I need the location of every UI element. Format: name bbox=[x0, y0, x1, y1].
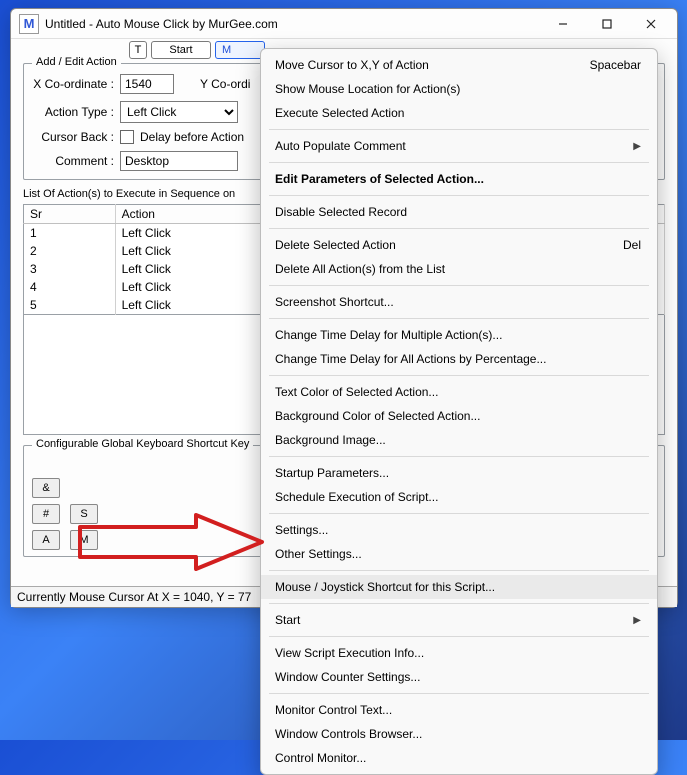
chevron-right-icon: ▶ bbox=[633, 615, 641, 626]
menu-delete-all[interactable]: Delete All Action(s) from the List bbox=[261, 257, 657, 281]
menu-separator bbox=[269, 129, 649, 130]
key-ampersand[interactable]: & bbox=[32, 478, 60, 498]
cell-sr: 2 bbox=[24, 242, 116, 260]
accel-spacebar: Spacebar bbox=[590, 58, 641, 72]
toolbar-m-button[interactable]: M bbox=[215, 41, 265, 59]
comment-label: Comment : bbox=[32, 154, 114, 168]
menu-settings[interactable]: Settings... bbox=[261, 518, 657, 542]
menu-move-cursor[interactable]: Move Cursor to X,Y of ActionSpacebar bbox=[261, 53, 657, 77]
toolbar-t-button[interactable]: T bbox=[129, 41, 147, 59]
key-s[interactable]: S bbox=[70, 504, 98, 524]
menu-control-monitor[interactable]: Control Monitor... bbox=[261, 746, 657, 770]
menu-separator bbox=[269, 285, 649, 286]
cell-sr: 4 bbox=[24, 278, 116, 296]
menu-start[interactable]: Start▶ bbox=[261, 608, 657, 632]
menu-separator bbox=[269, 513, 649, 514]
cell-sr: 3 bbox=[24, 260, 116, 278]
menu-execute-selected[interactable]: Execute Selected Action bbox=[261, 101, 657, 125]
menu-change-delay-multi[interactable]: Change Time Delay for Multiple Action(s)… bbox=[261, 323, 657, 347]
menu-window-controls[interactable]: Window Controls Browser... bbox=[261, 722, 657, 746]
menu-bg-color[interactable]: Background Color of Selected Action... bbox=[261, 404, 657, 428]
chevron-right-icon: ▶ bbox=[633, 141, 641, 152]
accel-del: Del bbox=[623, 238, 641, 252]
cell-sr: 5 bbox=[24, 296, 116, 315]
maximize-button[interactable] bbox=[585, 10, 629, 38]
minimize-button[interactable] bbox=[541, 10, 585, 38]
menu-edit-params[interactable]: Edit Parameters of Selected Action... bbox=[261, 167, 657, 191]
menu-separator bbox=[269, 162, 649, 163]
window-title: Untitled - Auto Mouse Click by MurGee.co… bbox=[45, 17, 541, 31]
key-m[interactable]: M bbox=[70, 530, 98, 550]
menu-show-mouse[interactable]: Show Mouse Location for Action(s) bbox=[261, 77, 657, 101]
titlebar[interactable]: M Untitled - Auto Mouse Click by MurGee.… bbox=[11, 9, 677, 39]
menu-text-color[interactable]: Text Color of Selected Action... bbox=[261, 380, 657, 404]
add-edit-title: Add / Edit Action bbox=[32, 56, 121, 68]
menu-separator bbox=[269, 693, 649, 694]
menu-separator bbox=[269, 228, 649, 229]
menu-schedule[interactable]: Schedule Execution of Script... bbox=[261, 485, 657, 509]
menu-separator bbox=[269, 375, 649, 376]
menu-view-info[interactable]: View Script Execution Info... bbox=[261, 641, 657, 665]
menu-separator bbox=[269, 636, 649, 637]
cursor-back-label: Cursor Back : bbox=[32, 130, 114, 144]
app-icon: M bbox=[19, 14, 39, 34]
y-coord-label: Y Co-ordi bbox=[200, 77, 250, 91]
menu-bg-image[interactable]: Background Image... bbox=[261, 428, 657, 452]
menu-separator bbox=[269, 318, 649, 319]
delay-label: Delay before Action bbox=[140, 130, 244, 144]
menu-monitor-text[interactable]: Monitor Control Text... bbox=[261, 698, 657, 722]
context-menu: Move Cursor to X,Y of ActionSpacebar Sho… bbox=[260, 48, 658, 775]
menu-separator bbox=[269, 456, 649, 457]
menu-delete-selected[interactable]: Delete Selected ActionDel bbox=[261, 233, 657, 257]
close-button[interactable] bbox=[629, 10, 673, 38]
menu-disable-selected[interactable]: Disable Selected Record bbox=[261, 200, 657, 224]
menu-mouse-joystick[interactable]: Mouse / Joystick Shortcut for this Scrip… bbox=[261, 575, 657, 599]
key-a[interactable]: A bbox=[32, 530, 60, 550]
toolbar-start-button[interactable]: Start bbox=[151, 41, 211, 59]
action-type-select[interactable]: Left Click bbox=[120, 101, 238, 123]
col-sr[interactable]: Sr bbox=[24, 205, 116, 224]
comment-input[interactable] bbox=[120, 151, 238, 171]
key-hash[interactable]: # bbox=[32, 504, 60, 524]
menu-separator bbox=[269, 603, 649, 604]
x-coord-input[interactable] bbox=[120, 74, 174, 94]
menu-auto-populate[interactable]: Auto Populate Comment▶ bbox=[261, 134, 657, 158]
action-type-label: Action Type : bbox=[32, 105, 114, 119]
menu-change-delay-pct[interactable]: Change Time Delay for All Actions by Per… bbox=[261, 347, 657, 371]
cell-sr: 1 bbox=[24, 224, 116, 243]
menu-separator bbox=[269, 195, 649, 196]
x-coord-label: X Co-ordinate : bbox=[32, 77, 114, 91]
menu-separator bbox=[269, 570, 649, 571]
cursor-back-checkbox[interactable] bbox=[120, 130, 134, 144]
menu-window-counter[interactable]: Window Counter Settings... bbox=[261, 665, 657, 689]
shortcuts-title: Configurable Global Keyboard Shortcut Ke… bbox=[32, 438, 253, 450]
menu-screenshot[interactable]: Screenshot Shortcut... bbox=[261, 290, 657, 314]
menu-other-settings[interactable]: Other Settings... bbox=[261, 542, 657, 566]
menu-startup[interactable]: Startup Parameters... bbox=[261, 461, 657, 485]
